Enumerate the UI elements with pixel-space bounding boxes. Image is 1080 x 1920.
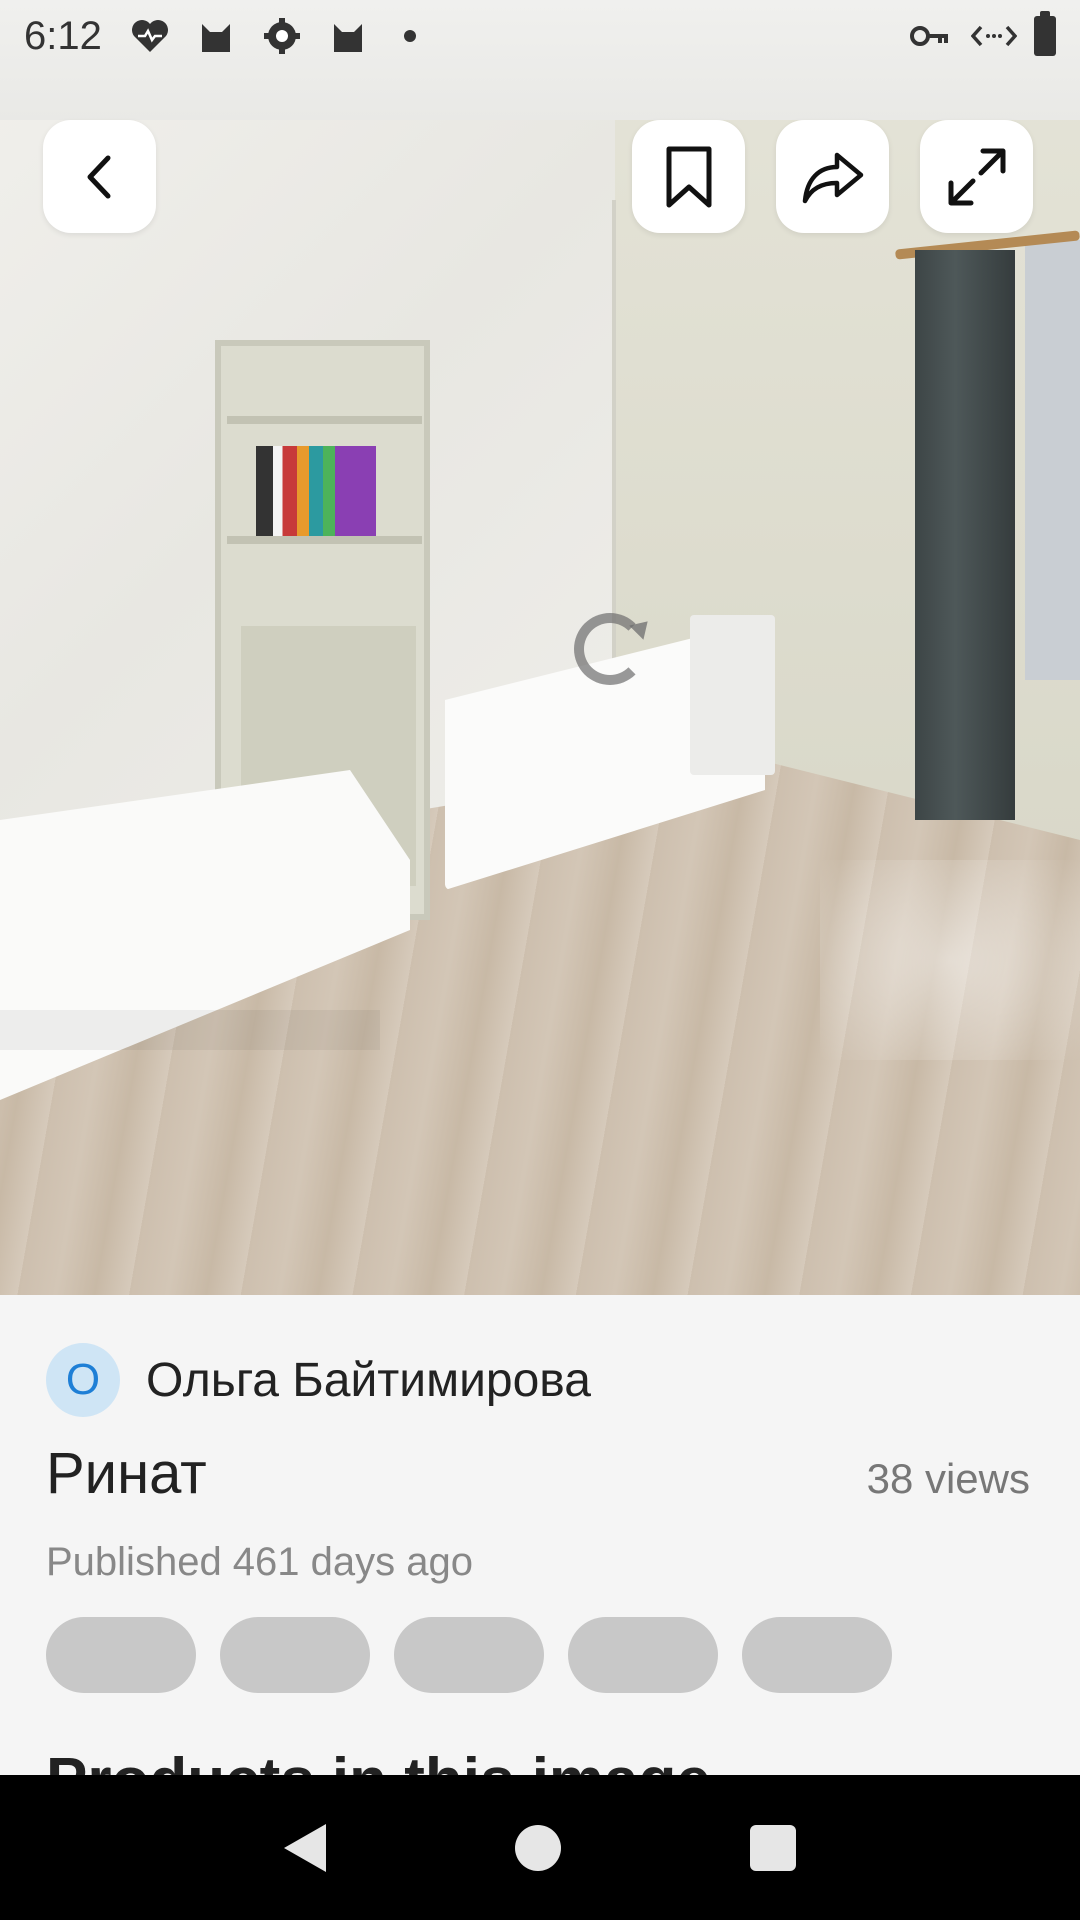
post-title: Ринат <box>46 1441 207 1506</box>
tag-chip-placeholder[interactable] <box>46 1617 196 1693</box>
photo-headboard <box>690 615 775 775</box>
reload-icon <box>574 613 646 685</box>
room-photo[interactable] <box>0 0 1080 1295</box>
system-nav-bar <box>0 1775 1080 1920</box>
author-name[interactable]: Ольга Байтимирова <box>146 1353 591 1408</box>
nav-recents-icon[interactable] <box>749 1824 796 1871</box>
nav-back-icon[interactable] <box>284 1823 327 1872</box>
tag-chip-placeholder[interactable] <box>220 1617 370 1693</box>
photo-window <box>1025 240 1080 680</box>
battery-icon <box>1034 11 1056 56</box>
share-icon <box>802 152 863 203</box>
views-count: 38 views <box>866 1455 1030 1502</box>
heart-pulse-icon <box>126 16 174 56</box>
products-section-heading: Products in this image <box>46 1745 711 1775</box>
photo-floor-glare <box>820 860 1080 1060</box>
expand-button[interactable] <box>920 120 1033 233</box>
tag-chip-placeholder[interactable] <box>568 1617 718 1693</box>
photo-books <box>256 446 376 536</box>
share-button[interactable] <box>776 120 889 233</box>
expand-icon <box>948 148 1005 205</box>
nav-home-icon[interactable] <box>514 1824 561 1871</box>
bookmark-icon <box>666 146 711 207</box>
status-system-icons <box>906 11 1056 56</box>
author-row[interactable]: О Ольга Байтимирова <box>46 1343 591 1417</box>
data-transfer-icon <box>970 16 1018 56</box>
dot-icon <box>403 30 416 42</box>
post-info-panel: О Ольга Байтимирова Ринат 38 views Publi… <box>0 1295 1080 1775</box>
published-date: Published 461 days ago <box>46 1540 473 1584</box>
bookmark-button[interactable] <box>632 120 745 233</box>
photo-bed-shadow <box>0 1010 380 1050</box>
status-notification-icons <box>126 16 416 56</box>
photo-shelf <box>227 416 422 424</box>
gear-cog-icon <box>258 16 306 56</box>
cat-icon <box>324 16 372 56</box>
tag-chip-placeholder[interactable] <box>394 1617 544 1693</box>
status-time: 6:12 <box>24 13 102 58</box>
avatar[interactable]: О <box>46 1343 120 1417</box>
back-button[interactable] <box>43 120 156 233</box>
photo-scene <box>0 0 1080 1295</box>
chevron-left-icon <box>87 155 110 198</box>
tag-chips <box>46 1617 892 1693</box>
status-bar: 6:12 <box>0 0 1080 72</box>
photo-shelf <box>227 536 422 544</box>
photo-curtain <box>915 250 1015 820</box>
vpn-key-icon <box>906 16 954 56</box>
tag-chip-placeholder[interactable] <box>742 1617 892 1693</box>
cat-icon <box>192 16 240 56</box>
